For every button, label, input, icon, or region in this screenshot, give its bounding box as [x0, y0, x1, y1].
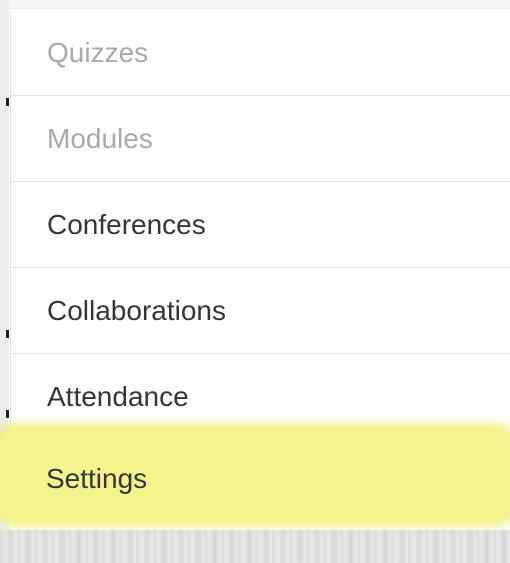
nav-item-quizzes[interactable]: Quizzes: [11, 10, 510, 96]
nav-item-label: Attendance: [47, 381, 189, 412]
gutter-marker: [6, 410, 9, 418]
nav-item-label: Collaborations: [47, 294, 226, 326]
nav-item-collaborations[interactable]: Collaborations: [11, 268, 510, 354]
nav-item-attendance[interactable]: Attendance: [11, 354, 510, 440]
course-navigation-screenshot: Quizzes Modules Conferences Collaboratio…: [0, 0, 510, 563]
nav-item-settings[interactable]: Settings: [10, 440, 510, 518]
gutter-marker: [6, 98, 9, 106]
top-edge: [0, 0, 510, 9]
nav-item-modules[interactable]: Modules: [11, 96, 510, 182]
nav-item-label: Settings: [46, 463, 148, 494]
nav-item-conferences[interactable]: Conferences: [11, 182, 510, 268]
blurred-bottom-edge: [0, 530, 510, 563]
gutter-marker: [6, 330, 9, 338]
nav-item-label: Quizzes: [47, 36, 149, 68]
nav-item-label: Modules: [47, 122, 153, 154]
course-nav-list: Quizzes Modules Conferences Collaboratio…: [10, 10, 510, 440]
nav-item-label: Conferences: [47, 208, 206, 240]
